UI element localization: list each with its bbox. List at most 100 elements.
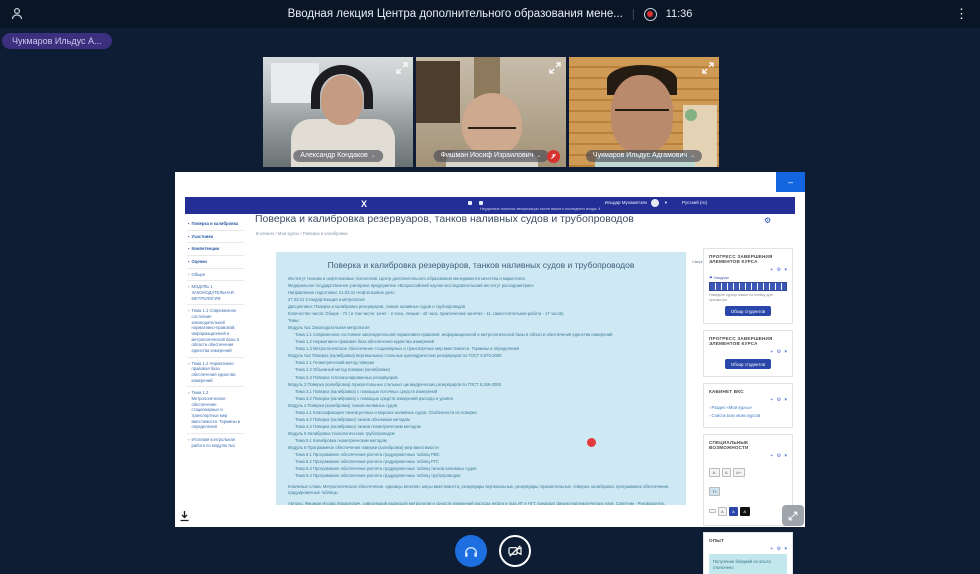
- participant-name-pill[interactable]: Александр Кондаков ⌄: [293, 150, 383, 162]
- shelf-background: [416, 61, 460, 123]
- gear-icon[interactable]: ⚙: [764, 216, 771, 225]
- sidebar-item-label: Тема 1.2 Нормативно-правовая база обеспе…: [192, 361, 244, 384]
- progress-block: ПРОГРЕСС ЗАВЕРШЕНИЯ ЭЛЕМЕНТОВ КУРСА + ⚙ …: [703, 330, 793, 377]
- fullscreen-icon[interactable]: [396, 61, 408, 73]
- caret-down-icon[interactable]: ▾: [784, 267, 787, 273]
- chevron-down-icon: ⌄: [536, 150, 541, 162]
- add-icon[interactable]: +: [770, 453, 773, 459]
- video-tile[interactable]: Александр Кондаков ⌄: [263, 57, 413, 167]
- caret-down-icon[interactable]: ▾: [784, 453, 787, 459]
- add-icon[interactable]: +: [770, 349, 773, 355]
- top-bar: Вводная лекция Центра дополнительного об…: [0, 0, 980, 28]
- experience-block: ОПЫТ + ⚙ ▾ Получение бейджей из опыта от…: [703, 532, 793, 574]
- sidebar-item[interactable]: ▫ Тема 1.1 Современное состояние законод…: [187, 304, 244, 356]
- sidebar-item[interactable]: ▫ Тема 1.2 Нормативно-правовая база обес…: [187, 357, 244, 387]
- flag-icon: ⚑: [709, 276, 712, 280]
- cabinet-block: КАБИНЕТ ВКС + ⚙ ▾ › Раздел «Мои курсы» ›…: [703, 383, 793, 427]
- progress-legend: ⚑ Сводная: [709, 275, 787, 280]
- color-scheme-button[interactable]: A: [718, 507, 728, 516]
- sidebar-item-icon: ▪: [188, 221, 190, 227]
- block-controls[interactable]: + ⚙ ▾: [709, 546, 787, 552]
- block-controls[interactable]: + ⚙ ▾: [709, 349, 787, 355]
- person-silhouette: [462, 93, 522, 155]
- notifications-icon[interactable]: [468, 201, 472, 205]
- participants-icon[interactable]: [10, 7, 24, 26]
- moodle-user-name[interactable]: Ильдар Мухаметзян: [605, 200, 647, 205]
- moodle-logo[interactable]: Х: [361, 199, 367, 209]
- participant-name-pill[interactable]: Фишман Иосиф Израилович ⌄: [434, 150, 549, 162]
- progress-bar[interactable]: [709, 282, 787, 291]
- students-overview-button[interactable]: Обзор студентов: [725, 306, 771, 316]
- breadcrumb[interactable]: В начало / Мои курсы / Поверка и калибро…: [256, 231, 348, 236]
- divider: |: [632, 8, 635, 20]
- font-size-button[interactable]: A+: [733, 468, 745, 477]
- font-size-button[interactable]: A: [722, 468, 732, 477]
- headphones-silhouette: [311, 65, 373, 109]
- messages-icon[interactable]: [479, 201, 483, 205]
- user-menu-caret-icon[interactable]: ▾: [665, 200, 667, 206]
- gear-icon[interactable]: ⚙: [777, 397, 781, 403]
- sidebar-item-icon: ▫: [188, 361, 190, 384]
- gear-icon[interactable]: ⚙: [777, 267, 781, 273]
- resize-handle[interactable]: [782, 505, 804, 526]
- gear-icon[interactable]: ⚙: [777, 349, 781, 355]
- course-topic-line: Тема 5.1 Калибровка геометрическим метод…: [288, 438, 674, 444]
- caret-down-icon[interactable]: ▾: [784, 546, 787, 552]
- course-topic-line: Тема 2.3 Поверка теплоизолированных резе…: [288, 375, 674, 381]
- gear-icon[interactable]: ⚙: [777, 453, 781, 459]
- sidebar-item[interactable]: ▫ Тема 1.3 Метрологическое обеспечение с…: [187, 386, 244, 433]
- block-controls[interactable]: + ⚙ ▾: [709, 453, 787, 459]
- add-icon[interactable]: +: [770, 267, 773, 273]
- block-title: СПЕЦИАЛЬНЫЕ ВОЗМОЖНОСТИ: [709, 440, 787, 450]
- more-menu-button[interactable]: ⋮: [955, 5, 968, 22]
- caret-down-icon[interactable]: ▾: [784, 349, 787, 355]
- sidebar-item-label: Общее: [192, 272, 206, 278]
- sidebar-item[interactable]: ▪ Компетенции: [187, 242, 244, 255]
- language-selector[interactable]: Русский (ru): [682, 200, 707, 205]
- avatar[interactable]: [651, 199, 659, 207]
- add-icon[interactable]: +: [770, 397, 773, 403]
- camera-off-button[interactable]: [499, 535, 531, 567]
- gear-icon[interactable]: ⚙: [777, 546, 781, 552]
- course-authors: Авторы: Фишман Иосиф Израилович, заведую…: [288, 501, 674, 505]
- font-size-button[interactable]: A-: [709, 468, 720, 477]
- sidebar-item-label: Тема 1.1 Современное состояние законодат…: [192, 308, 244, 353]
- audio-settings-button[interactable]: [455, 535, 487, 567]
- course-topic-line: Тема 2.2 Объемный метод поверки (калибро…: [288, 367, 674, 373]
- sidebar-item[interactable]: ▫ Общее: [187, 268, 244, 281]
- active-speaker-badge: Чукмаров Ильдус А...: [2, 33, 112, 49]
- course-topic-line: Тема 6.4 Программное обеспечение расчета…: [288, 473, 674, 479]
- sidebar-item[interactable]: ▫ Итоговая контрольная работа по модулю …: [187, 433, 244, 451]
- progress-legend-label: Сводная: [713, 276, 728, 280]
- participant-name-pill[interactable]: Чукмаров Ильдус Адгамович ⌄: [586, 150, 702, 162]
- color-scheme-button[interactable]: A: [729, 507, 739, 516]
- sidebar-item[interactable]: ▪ Оценки: [187, 255, 244, 268]
- cabinet-links: › Раздел «Мои курсы» › Список всех моих …: [709, 405, 787, 418]
- sidebar-item[interactable]: ▪ Поверка и калибровка: [187, 218, 244, 230]
- fullscreen-icon[interactable]: [702, 61, 714, 73]
- minimize-share-button[interactable]: –: [776, 172, 805, 192]
- caret-down-icon[interactable]: ▾: [784, 397, 787, 403]
- sidebar-item-icon: ▪: [188, 246, 190, 252]
- video-tile[interactable]: Фишман Иосиф Израилович ⌄: [416, 57, 566, 167]
- meeting-title: Вводная лекция Центра дополнительного об…: [288, 8, 623, 20]
- course-topic-line: Тема 1.3 Метрологическое обеспечение ста…: [288, 346, 674, 352]
- color-scheme-button[interactable]: A: [740, 507, 750, 516]
- video-tile[interactable]: Чукмаров Ильдус Адгамович ⌄: [569, 57, 719, 167]
- block-controls[interactable]: + ⚙ ▾: [709, 267, 787, 273]
- cabinet-link[interactable]: › Список всех моих курсов: [709, 413, 787, 419]
- sidebar-item[interactable]: ▫ МОДУЛЬ 1 ЗАКОНОДАТЕЛЬНАЯ МЕТРОЛОГИЯ: [187, 280, 244, 304]
- mic-muted-icon: [547, 150, 560, 163]
- course-intro-line: Направление подготовки: 21.03.01 Нефтега…: [288, 290, 674, 296]
- fullscreen-icon[interactable]: [549, 61, 561, 73]
- cabinet-link[interactable]: › Раздел «Мои курсы»: [709, 405, 787, 411]
- download-icon[interactable]: [179, 509, 190, 527]
- students-overview-button[interactable]: Обзор студентов: [725, 359, 771, 369]
- font-style-button[interactable]: Тт: [709, 487, 720, 496]
- block-title: КАБИНЕТ ВКС: [709, 389, 787, 394]
- sidebar-item[interactable]: ▪ Участники: [187, 230, 244, 243]
- add-icon[interactable]: +: [770, 546, 773, 552]
- block-controls[interactable]: + ⚙ ▾: [709, 397, 787, 403]
- color-scheme-button[interactable]: [709, 509, 716, 513]
- progress-block: ПРОГРЕСС ЗАВЕРШЕНИЯ ЭЛЕМЕНТОВ КУРСА + ⚙ …: [703, 248, 793, 324]
